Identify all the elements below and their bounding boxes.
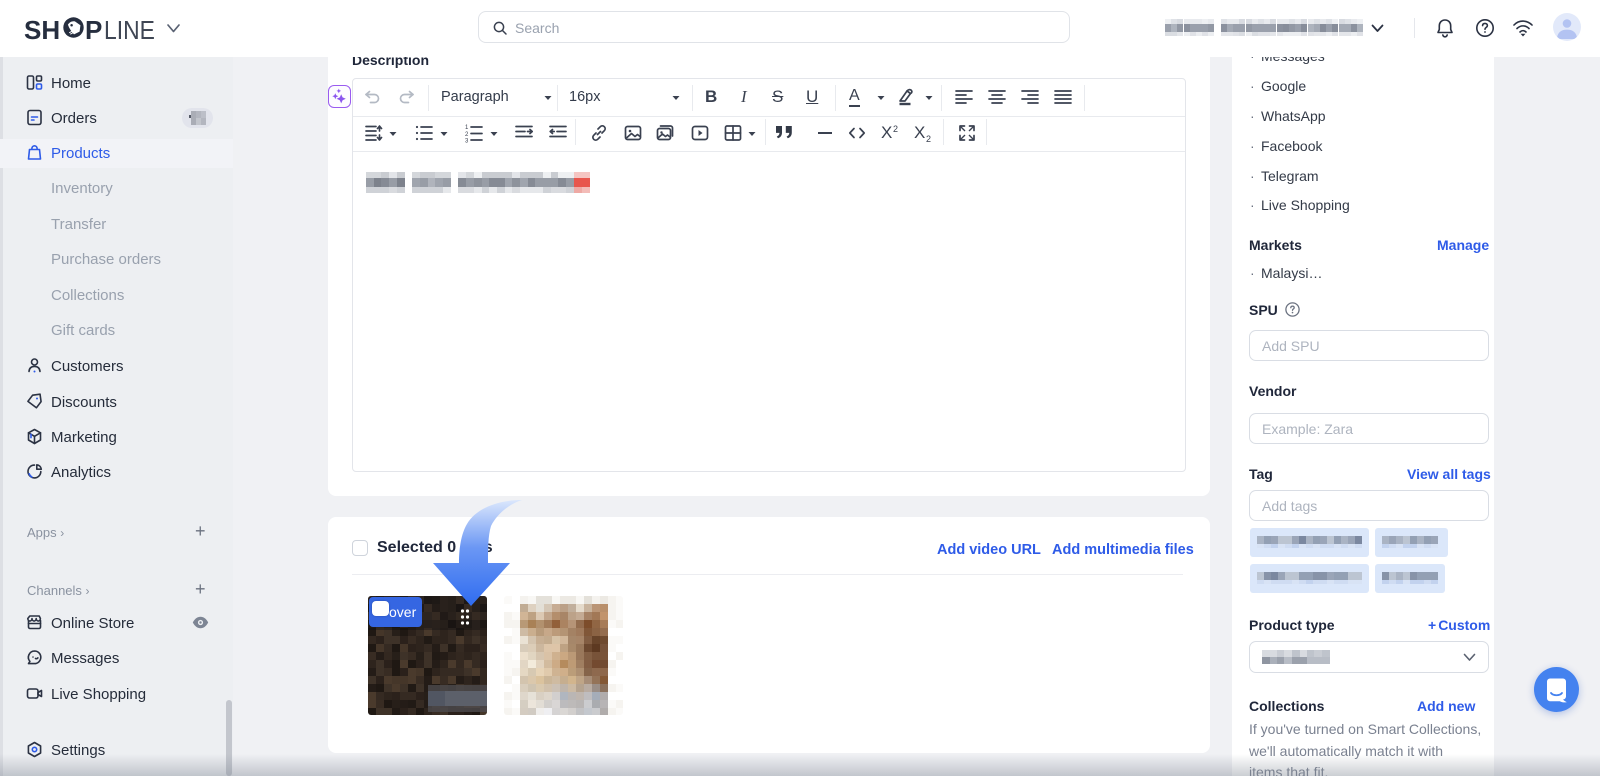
svg-text:X: X — [914, 124, 925, 142]
svg-text:X: X — [881, 124, 892, 142]
svg-text:2: 2 — [465, 132, 469, 138]
svg-text:2: 2 — [926, 134, 931, 143]
svg-text:2: 2 — [893, 124, 898, 134]
svg-text:3: 3 — [465, 139, 469, 144]
svg-text:1: 1 — [465, 125, 469, 131]
